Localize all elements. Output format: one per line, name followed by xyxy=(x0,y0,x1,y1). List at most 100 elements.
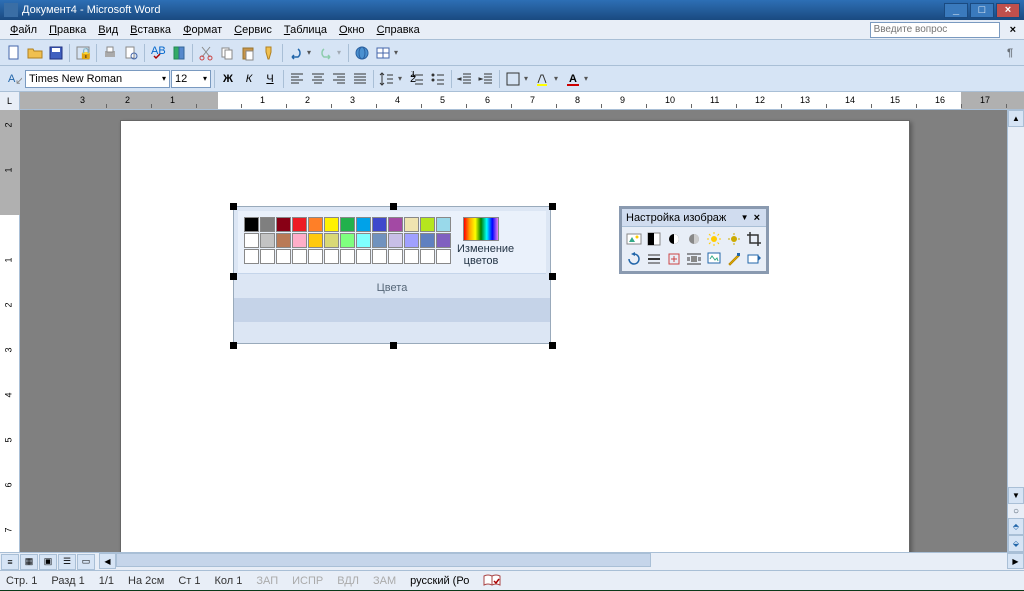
color-swatch[interactable] xyxy=(308,217,323,232)
rotate-left-button[interactable] xyxy=(625,250,643,268)
align-justify-button[interactable] xyxy=(350,69,370,89)
resize-handle-sw[interactable] xyxy=(230,342,237,349)
color-swatch[interactable] xyxy=(420,233,435,248)
print-layout-button[interactable]: ▣ xyxy=(39,554,57,570)
line-spacing-dropdown[interactable]: ▾ xyxy=(398,74,406,83)
highlight-dropdown[interactable]: ▾ xyxy=(554,74,562,83)
browse-object-button[interactable]: ○ xyxy=(1008,504,1024,518)
normal-view-button[interactable]: ≡ xyxy=(1,554,19,570)
next-page-button[interactable]: ⬙ xyxy=(1008,535,1024,552)
document-close-button[interactable]: × xyxy=(1006,24,1020,36)
less-brightness-button[interactable] xyxy=(725,230,743,248)
scroll-right-button[interactable]: ▶ xyxy=(1007,553,1024,569)
minimize-button[interactable]: _ xyxy=(944,3,968,18)
color-swatch[interactable] xyxy=(308,233,323,248)
resize-handle-w[interactable] xyxy=(230,273,237,280)
borders-dropdown[interactable]: ▾ xyxy=(524,74,532,83)
status-ext[interactable]: ВДЛ xyxy=(337,575,359,587)
color-swatch[interactable] xyxy=(388,233,403,248)
ruler-horizontal[interactable]: 3211234567891011121314151617 xyxy=(20,92,1024,109)
color-swatch[interactable] xyxy=(292,217,307,232)
color-swatch[interactable] xyxy=(340,233,355,248)
color-swatch[interactable] xyxy=(260,233,275,248)
show-markers-button[interactable]: ¶ xyxy=(1000,43,1020,63)
status-trk[interactable]: ИСПР xyxy=(292,575,323,587)
decrease-indent-button[interactable] xyxy=(455,69,475,89)
color-swatch[interactable] xyxy=(260,217,275,232)
color-control-button[interactable] xyxy=(645,230,663,248)
ruler-vertical[interactable]: 211234567 xyxy=(0,110,20,552)
hscroll-thumb[interactable] xyxy=(116,553,651,567)
more-contrast-button[interactable] xyxy=(665,230,683,248)
web-view-button[interactable]: ▦ xyxy=(20,554,38,570)
status-rec[interactable]: ЗАП xyxy=(256,575,278,587)
color-swatch[interactable] xyxy=(388,249,403,264)
permissions-button[interactable]: 🔒 xyxy=(73,43,93,63)
color-swatch[interactable] xyxy=(340,249,355,264)
highlight-button[interactable] xyxy=(533,69,553,89)
print-preview-button[interactable] xyxy=(121,43,141,63)
align-right-button[interactable] xyxy=(329,69,349,89)
format-picture-button[interactable] xyxy=(705,250,723,268)
resize-handle-s[interactable] xyxy=(390,342,397,349)
maximize-button[interactable]: □ xyxy=(970,3,994,18)
format-painter-button[interactable] xyxy=(259,43,279,63)
status-language[interactable]: русский (Ро xyxy=(410,575,469,587)
color-swatch[interactable] xyxy=(308,249,323,264)
color-swatch[interactable] xyxy=(356,249,371,264)
color-swatch[interactable] xyxy=(420,249,435,264)
resize-handle-n[interactable] xyxy=(390,203,397,210)
selected-object[interactable]: Изменение цветов Цвета xyxy=(233,206,553,346)
insert-picture-button[interactable] xyxy=(625,230,643,248)
scroll-up-button[interactable]: ▲ xyxy=(1008,110,1024,127)
paste-button[interactable] xyxy=(238,43,258,63)
scroll-left-button[interactable]: ◀ xyxy=(99,553,116,569)
menu-help[interactable]: Справка xyxy=(371,22,426,38)
increase-indent-button[interactable] xyxy=(476,69,496,89)
tab-selector[interactable]: L xyxy=(0,92,20,110)
hyperlink-button[interactable] xyxy=(352,43,372,63)
color-swatch[interactable] xyxy=(420,217,435,232)
spellcheck-button[interactable]: ABC xyxy=(148,43,168,63)
color-swatch[interactable] xyxy=(436,217,451,232)
color-swatch[interactable] xyxy=(324,233,339,248)
horizontal-scrollbar[interactable]: ◀ ▶ xyxy=(99,553,1024,570)
text-wrap-button[interactable] xyxy=(685,250,703,268)
color-swatch[interactable] xyxy=(324,249,339,264)
scroll-track[interactable] xyxy=(1008,127,1024,487)
line-spacing-button[interactable] xyxy=(377,69,397,89)
color-swatch[interactable] xyxy=(404,233,419,248)
color-swatch[interactable] xyxy=(260,249,275,264)
redo-dropdown[interactable]: ▾ xyxy=(337,48,345,57)
color-swatch[interactable] xyxy=(388,217,403,232)
menu-insert[interactable]: Вставка xyxy=(124,22,177,38)
prev-page-button[interactable]: ⬘ xyxy=(1008,518,1024,535)
font-size-select[interactable]: 12▾ xyxy=(171,70,211,88)
scroll-down-button[interactable]: ▼ xyxy=(1008,487,1024,504)
styles-button[interactable]: A↙ xyxy=(4,69,24,89)
redo-button[interactable] xyxy=(316,43,336,63)
color-swatch[interactable] xyxy=(244,249,259,264)
spellcheck-status-icon[interactable] xyxy=(483,574,501,588)
new-doc-button[interactable] xyxy=(4,43,24,63)
align-center-button[interactable] xyxy=(308,69,328,89)
less-contrast-button[interactable] xyxy=(685,230,703,248)
color-swatch[interactable] xyxy=(276,217,291,232)
toolbar-options-dropdown[interactable]: ▼ xyxy=(741,213,749,222)
undo-button[interactable] xyxy=(286,43,306,63)
open-button[interactable] xyxy=(25,43,45,63)
cut-button[interactable] xyxy=(196,43,216,63)
outline-view-button[interactable]: ☰ xyxy=(58,554,76,570)
menu-format[interactable]: Формат xyxy=(177,22,228,38)
reset-picture-button[interactable] xyxy=(745,250,763,268)
menu-view[interactable]: Вид xyxy=(92,22,124,38)
color-swatch[interactable] xyxy=(404,217,419,232)
color-swatch[interactable] xyxy=(276,249,291,264)
change-colors-button[interactable]: Изменение цветов xyxy=(457,217,505,267)
align-left-button[interactable] xyxy=(287,69,307,89)
underline-button[interactable]: Ч xyxy=(260,69,280,89)
compress-button[interactable] xyxy=(665,250,683,268)
transparent-color-button[interactable] xyxy=(725,250,743,268)
picture-toolbar[interactable]: Настройка изображ ▼ × xyxy=(619,206,769,274)
more-brightness-button[interactable] xyxy=(705,230,723,248)
